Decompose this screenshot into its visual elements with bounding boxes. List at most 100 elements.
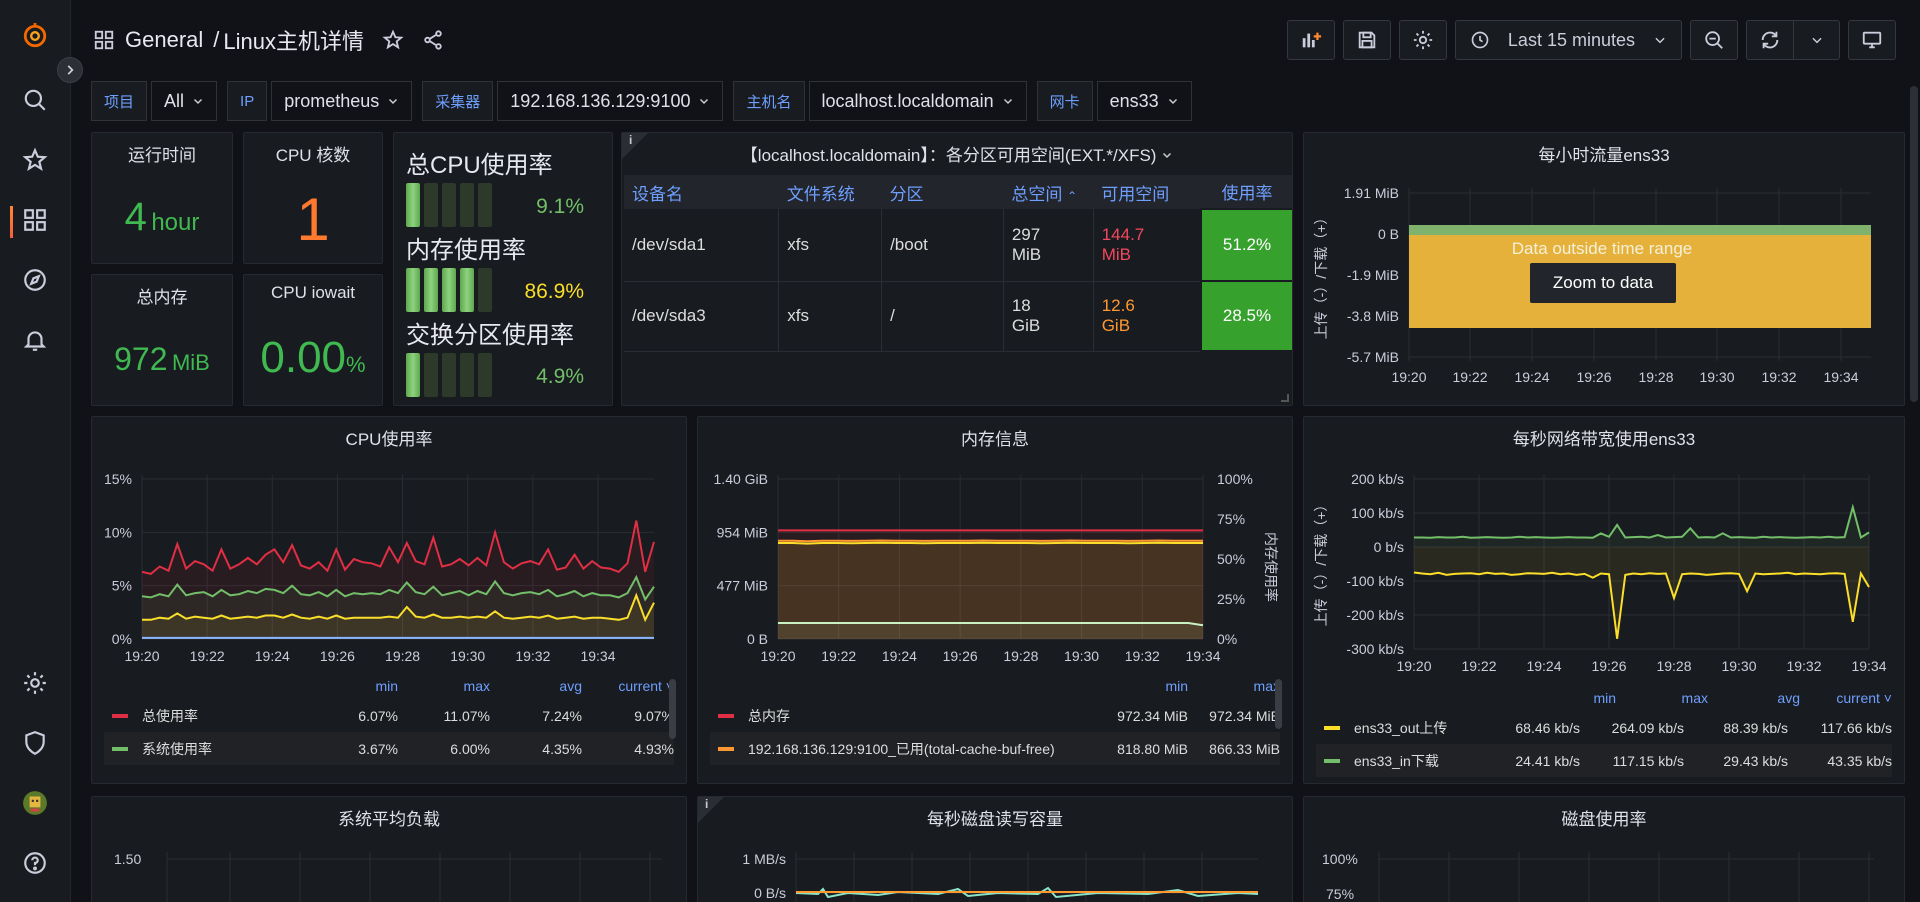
active-indicator [10,206,13,238]
settings-gear-icon[interactable] [17,665,53,701]
col-header-avail[interactable]: 可用空间 [1093,175,1202,209]
legend-row[interactable]: 总使用率 6.07% 11.07% 7.24% 9.07% [104,699,674,732]
disk-io-panel[interactable]: i 每秒磁盘读写容量 1 MB/s 0 B/s [697,796,1293,902]
legend-series-name: ens33_out上传 [1354,719,1448,736]
legend-row[interactable]: 系统使用率 3.67% 6.00% 4.35% 4.93% [104,732,674,765]
col-header-fs[interactable]: 文件系统 [778,175,882,209]
legend-avg: 7.24% [542,707,582,724]
legend-col-current[interactable]: current ˅ [582,678,674,694]
stat-unit: % [346,352,366,377]
bargauge-panel[interactable]: 总CPU使用率 9.1% 内存使用率 86.9% 交换分区使用率 4.9% [393,132,613,406]
legend-row[interactable]: ens33_out上传 68.46 kb/s 264.09 kb/s 88.39 kb… [1316,711,1892,744]
gauge-title: 总CPU使用率 [406,152,553,179]
gauge-title: 内存使用率 [406,237,526,264]
col-header-device[interactable]: 设备名 [624,175,779,209]
star-icon[interactable] [17,142,53,178]
resize-handle[interactable] [1281,394,1289,402]
x-tick: 19:26 [1591,658,1626,674]
refresh-button[interactable] [1746,20,1794,60]
legend-current: 43.35 kb/s [1827,752,1892,769]
stat-panel-cpu-cores[interactable]: CPU 核数 1 [243,132,383,264]
legend-scrollbar[interactable] [1275,679,1282,729]
legend-row[interactable]: ens33_in下载 24.41 kb/s 117.15 kb/s 29.43 kb/… [1316,744,1892,777]
series-line [1414,503,1870,540]
x-tick: 19:34 [1185,648,1220,664]
grafana-logo-icon[interactable] [17,18,53,54]
stat-panel-iowait[interactable]: CPU iowait 0.00% [243,274,383,406]
search-icon[interactable] [17,82,53,118]
x-tick: 19:30 [1699,369,1734,385]
tv-mode-button[interactable] [1848,20,1896,60]
add-panel-button[interactable] [1286,20,1335,60]
system-load-panel[interactable]: 系统平均负载 1.50 [91,796,687,902]
disk-usage-panel[interactable]: 磁盘使用率 100% 75% [1303,796,1905,902]
y-tick: 10% [104,524,132,540]
legend-col-avg[interactable]: avg [1708,690,1800,706]
y-tick: -200 kb/s [1346,607,1404,623]
zoom-out-button[interactable] [1690,20,1738,60]
legend-col-max[interactable]: max [1616,690,1708,706]
col-header-usage[interactable]: 使用率 [1201,175,1292,209]
stat-panel-total-memory[interactable]: 总内存 972 MiB [91,274,233,406]
x-tick: 19:26 [1576,369,1611,385]
col-header-total[interactable]: 总空间 ⌃ [1003,175,1094,209]
legend-series-name: 系统使用率 [142,740,212,757]
favorite-star-icon[interactable] [382,29,404,51]
legend-max: 866.33 MiB [1209,740,1280,757]
help-icon[interactable] [17,845,53,881]
share-icon[interactable] [422,29,444,51]
gauge-title: 交换分区使用率 [406,322,574,349]
gauge-cell [424,183,438,227]
dashboard-settings-button[interactable] [1398,20,1447,60]
variable-select[interactable]: 192.168.136.129:9100 [497,81,724,121]
explore-icon[interactable] [17,262,53,298]
legend-col-min[interactable]: min [306,678,398,694]
legend-col-avg[interactable]: avg [490,678,582,694]
zoom-to-data-button[interactable]: Zoom to data [1530,263,1676,303]
variable-ip: IP prometheus [227,81,413,121]
memory-panel[interactable]: 内存信息 内存使用率 1.40 GiB 954 MiB 477 MiB 0 B 100%… [697,416,1293,784]
panel-title[interactable]: 【localhost.localdomain】：各分区可用空间(EXT.*/XF… [622,141,1292,166]
y-tick: 477 MiB [717,578,768,594]
cpu-usage-panel[interactable]: CPU使用率 15% 10% 5% 0% 19:20 19:22 19:24 19:26 19:… [91,416,687,784]
user-avatar[interactable] [17,785,53,821]
legend-col-max[interactable]: max [1188,678,1280,694]
legend-scrollbar[interactable] [669,679,676,739]
dashboard-title[interactable]: Linux主机详情 [223,24,364,56]
page-scrollbar[interactable] [1910,86,1918,402]
legend-col-current[interactable]: current ˅ [1800,690,1892,706]
time-range-picker[interactable]: Last 15 minutes [1454,20,1682,60]
stat-panel-uptime[interactable]: 运行时间 4 hour [91,132,233,264]
variable-select[interactable]: All [151,81,218,121]
legend-row[interactable]: 总内存 972.34 MiB 972.34 MiB [710,699,1280,732]
variable-select[interactable]: prometheus [271,81,413,121]
legend-col-min[interactable]: min [1524,690,1616,706]
legend-col-min[interactable]: min [1096,678,1188,694]
save-dashboard-button[interactable] [1342,20,1391,60]
x-tick: 19:32 [1125,648,1160,664]
shield-icon[interactable] [17,725,53,761]
dashboards-icon[interactable] [17,202,53,238]
gauge-value: 4.9% [536,365,584,388]
panel-title-text: 【localhost.localdomain】：各分区可用空间(EXT.*/XF… [740,146,1157,165]
cell-total-value: 18 [1011,296,1031,315]
disk-space-table-panel[interactable]: i 【localhost.localdomain】：各分区可用空间(EXT.*/… [621,132,1293,406]
legend-row[interactable]: 192.168.136.129:9100_已用(total-cache-buf-… [710,732,1280,765]
legend-col-text: current [1836,690,1880,706]
legend-avg: 88.39 kb/s [1723,719,1788,736]
variable-select[interactable]: localhost.localdomain [808,81,1027,121]
legend-col-max[interactable]: max [398,678,490,694]
variable-select[interactable]: ens33 [1096,81,1192,121]
hourly-traffic-panel[interactable]: 每小时流量ens33 1.91 MiB 0 B -1.9 MiB -3.8 Mi… [1303,132,1905,406]
y-tick: 954 MiB [717,524,768,540]
refresh-interval-dropdown[interactable] [1794,20,1840,60]
legend-header: min max avg current ˅ [104,673,674,699]
sidebar-expand-button[interactable] [57,57,83,83]
breadcrumb-folder[interactable]: General [125,27,203,53]
network-bandwidth-panel[interactable]: 每秒网络带宽使用ens33 上传（-）/下载（+） 200 kb/s 100 kb… [1303,416,1905,784]
cell-avail-value: 12.6 [1101,296,1135,315]
alerting-bell-icon[interactable] [17,322,53,358]
cell-mount: /boot [881,209,1004,282]
col-header-mount[interactable]: 分区 [881,175,1004,209]
x-tick: 19:32 [1761,369,1796,385]
